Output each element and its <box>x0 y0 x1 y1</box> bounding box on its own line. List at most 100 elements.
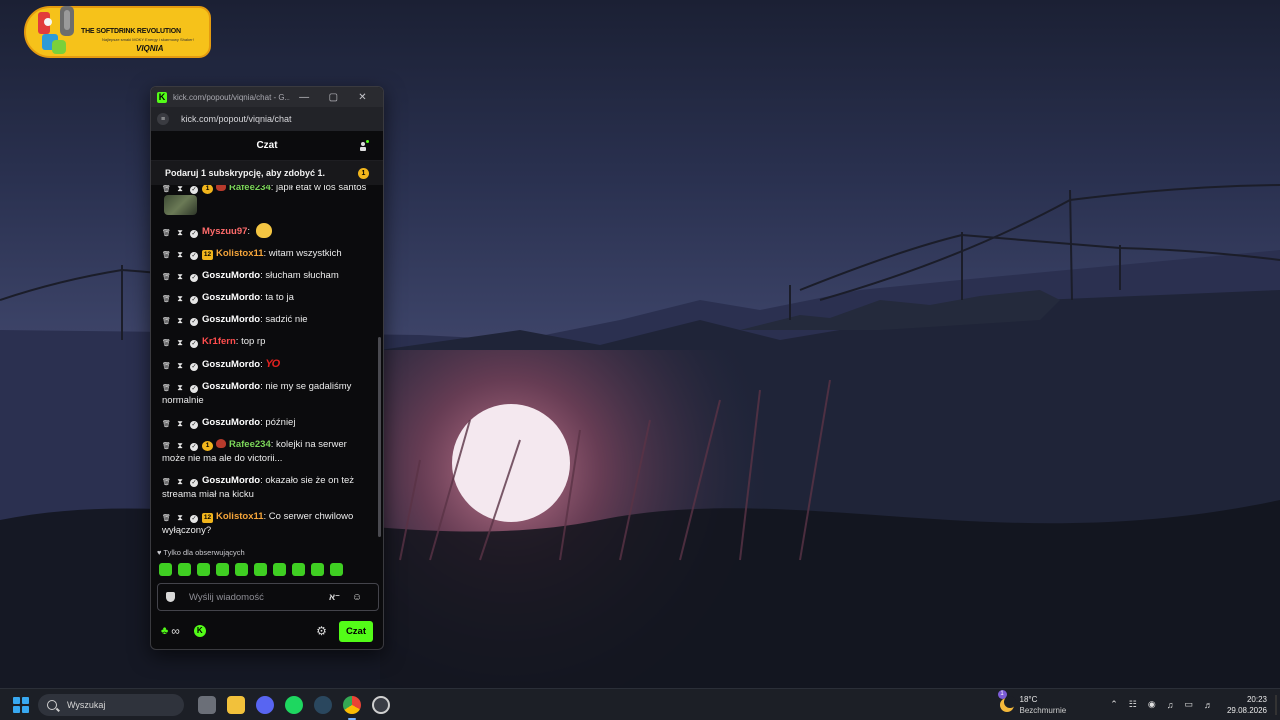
delete-message-icon[interactable] <box>162 229 170 238</box>
clover-icon[interactable]: ♣ <box>161 625 168 637</box>
address-bar[interactable]: ≡ kick.com/popout/viqnia/chat <box>151 107 383 131</box>
timeout-user-icon[interactable] <box>176 338 184 347</box>
timeout-user-icon[interactable] <box>176 185 184 193</box>
timeout-user-icon[interactable] <box>176 250 184 259</box>
chevron-up-icon[interactable]: ⌃ <box>1110 699 1118 710</box>
chat-username[interactable]: GoszuMordo <box>202 475 260 486</box>
kick-coin-icon[interactable]: K <box>193 625 206 637</box>
chat-username[interactable]: Rafee234 <box>229 185 271 193</box>
banner-title: THE SOFTDRINK REVOLUTION <box>81 28 181 35</box>
send-chat-button[interactable]: Czat <box>338 620 373 642</box>
weather-condition: Bezchmurnie <box>1019 705 1067 715</box>
quick-emote[interactable] <box>235 563 248 576</box>
timeout-user-icon[interactable] <box>176 361 184 370</box>
volume-icon[interactable]: ♬ <box>1204 700 1213 710</box>
display-icon[interactable]: ▭ <box>1184 699 1193 710</box>
delete-message-icon[interactable] <box>162 251 170 260</box>
site-settings-icon[interactable]: ≡ <box>157 113 169 125</box>
chat-message: ✓12Kolistox11: witam wszystkich <box>151 243 379 265</box>
infinity-icon[interactable]: ∞ <box>171 624 180 638</box>
weather-temperature: 18°C <box>1019 694 1038 704</box>
window-titlebar[interactable]: K kick.com/popout/viqnia/chat - G... — ▢… <box>151 87 383 107</box>
users-icon[interactable] <box>357 140 369 152</box>
message-input[interactable] <box>189 591 319 603</box>
delete-message-icon[interactable] <box>162 362 170 371</box>
timeout-user-icon[interactable] <box>176 228 184 237</box>
chat-username[interactable]: GoszuMordo <box>202 292 260 303</box>
chat-username[interactable]: GoszuMordo <box>202 417 260 428</box>
verified-check-icon: ✓ <box>190 274 198 282</box>
steam-icon[interactable] <box>314 695 332 714</box>
shield-icon[interactable] <box>166 592 175 602</box>
chat-scrollbar[interactable] <box>378 337 381 537</box>
chat-message: ✓1Rafee234: kolejki na serwer może nie m… <box>151 434 379 470</box>
chat-username[interactable]: Kr1fern <box>202 336 236 347</box>
timeout-user-icon[interactable] <box>176 441 184 450</box>
timeout-user-icon[interactable] <box>176 272 184 281</box>
emoji-picker-icon[interactable]: ☺ <box>352 592 362 603</box>
quick-emote[interactable] <box>254 563 267 576</box>
timeout-user-icon[interactable] <box>176 419 184 428</box>
followers-only-note: ♥ Tylko dla obserwujących <box>157 548 245 557</box>
chat-username[interactable]: GoszuMordo <box>202 359 260 370</box>
subscriber-badge: 1 <box>202 441 213 451</box>
chat-username[interactable]: Myszuu97 <box>202 226 247 237</box>
pinned-gift-banner[interactable]: Podaruj 1 subskrypcję, aby zdobyć 1. 1 <box>151 161 383 185</box>
delete-message-icon[interactable] <box>162 273 170 282</box>
discord-icon[interactable] <box>256 695 274 714</box>
close-button[interactable]: ✕ <box>348 92 377 103</box>
chat-message-text <box>250 226 253 237</box>
delete-message-icon[interactable] <box>162 339 170 348</box>
timeout-user-icon[interactable] <box>176 316 184 325</box>
chat-username[interactable]: Rafee234 <box>229 439 271 450</box>
quick-emote[interactable] <box>159 563 172 576</box>
quick-emote[interactable] <box>292 563 305 576</box>
chat-username[interactable]: GoszuMordo <box>202 381 260 392</box>
timeout-user-icon[interactable] <box>176 294 184 303</box>
delete-message-icon[interactable] <box>162 442 170 451</box>
delete-message-icon[interactable] <box>162 295 170 304</box>
microphone-icon[interactable]: ♫ <box>1167 700 1174 710</box>
weather-widget[interactable]: 1 18°C Bezchmurnie <box>997 689 1067 716</box>
chat-username[interactable]: Kolistox11 <box>216 248 264 259</box>
delete-message-icon[interactable] <box>162 420 170 429</box>
obs-icon[interactable] <box>372 695 390 714</box>
vpn-tray-icon[interactable]: ◉ <box>1148 699 1156 710</box>
file-explorer-icon[interactable] <box>227 695 245 714</box>
quick-emote[interactable] <box>273 563 286 576</box>
quick-emote[interactable] <box>330 563 343 576</box>
translate-icon[interactable]: א⁻ <box>329 592 340 603</box>
chat-username[interactable]: Kolistox11 <box>216 511 264 522</box>
show-desktop-button[interactable] <box>1275 694 1277 715</box>
quick-emote[interactable] <box>178 563 191 576</box>
chat-username[interactable]: GoszuMordo <box>202 270 260 281</box>
delete-message-icon[interactable] <box>162 317 170 326</box>
delete-message-icon[interactable] <box>162 384 170 393</box>
message-input-box[interactable]: א⁻ ☺ <box>157 583 379 611</box>
taskbar-search[interactable]: Wyszukaj <box>38 693 184 716</box>
spotify-icon[interactable] <box>285 695 303 714</box>
task-view-icon[interactable] <box>198 695 216 714</box>
delete-message-icon[interactable] <box>162 185 170 194</box>
delete-message-icon[interactable] <box>162 514 170 523</box>
chat-message: ✓GoszuMordo: okazało sie że on też strea… <box>151 470 379 506</box>
quick-emote[interactable] <box>197 563 210 576</box>
message-list[interactable]: ✓1Rafee234: japił etat w los santos✓Mysz… <box>151 185 379 545</box>
windows-start-icon[interactable] <box>13 696 29 713</box>
timeout-user-icon[interactable] <box>176 513 184 522</box>
timeout-user-icon[interactable] <box>176 383 184 392</box>
clock[interactable]: 20:23 29.08.2026 <box>1227 694 1267 716</box>
quick-emote[interactable] <box>216 563 229 576</box>
url-text[interactable]: kick.com/popout/viqnia/chat <box>181 114 292 124</box>
quick-emote[interactable] <box>311 563 324 576</box>
chat-message: ✓Kr1fern: top rp <box>151 331 379 353</box>
timeout-user-icon[interactable] <box>176 477 184 486</box>
minimize-button[interactable]: — <box>290 92 319 103</box>
network-tray-icon[interactable]: ☷ <box>1129 699 1137 710</box>
chat-username[interactable]: GoszuMordo <box>202 314 260 325</box>
delete-message-icon[interactable] <box>162 478 170 487</box>
maximize-button[interactable]: ▢ <box>319 92 348 103</box>
chrome-icon[interactable] <box>343 695 361 720</box>
gear-icon[interactable]: ⚙ <box>316 624 327 638</box>
clock-time: 20:23 <box>1246 694 1267 704</box>
